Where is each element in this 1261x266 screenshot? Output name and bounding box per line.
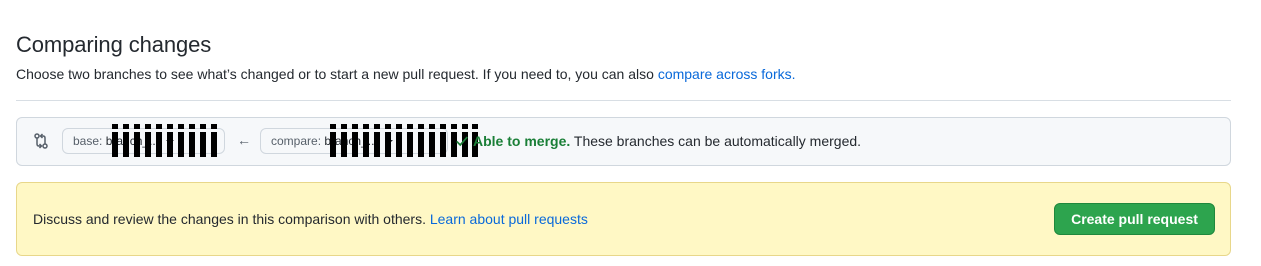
subtitle-text: Choose two branches to see what’s change… bbox=[16, 66, 658, 82]
learn-about-pull-requests-link[interactable]: Learn about pull requests bbox=[430, 211, 588, 227]
compare-label: compare: bbox=[271, 134, 322, 148]
arrow-left-icon: ← bbox=[237, 132, 251, 148]
base-label: base: bbox=[73, 134, 103, 148]
git-compare-icon bbox=[34, 133, 48, 149]
redaction-mark-base bbox=[112, 124, 217, 157]
able-to-merge-label: Able to merge. bbox=[473, 133, 571, 149]
merge-message: These branches can be automatically merg… bbox=[570, 133, 862, 149]
merge-status: Able to merge. These branches can be aut… bbox=[473, 133, 861, 149]
pull-request-description: Discuss and review the changes in this c… bbox=[33, 211, 588, 227]
page-title: Comparing changes bbox=[16, 32, 212, 57]
check-icon bbox=[456, 136, 468, 147]
page-subtitle: Choose two branches to see what’s change… bbox=[16, 66, 796, 82]
pull-request-notice: Discuss and review the changes in this c… bbox=[16, 182, 1231, 256]
compare-across-forks-link[interactable]: compare across forks. bbox=[658, 66, 796, 82]
create-pull-request-button[interactable]: Create pull request bbox=[1054, 203, 1215, 235]
discuss-text: Discuss and review the changes in this c… bbox=[33, 211, 430, 227]
header-divider bbox=[16, 100, 1231, 101]
range-editor: base: branch_... ← compare: branch_... A… bbox=[16, 117, 1231, 166]
